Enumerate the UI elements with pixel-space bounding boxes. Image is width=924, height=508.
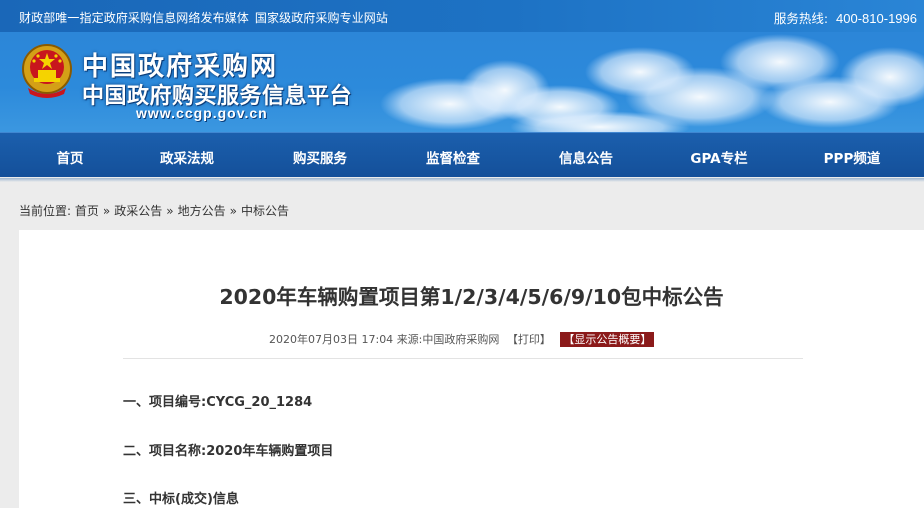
tagline: 财政部唯一指定政府采购信息网络发布媒体 国家级政府采购专业网站 <box>19 9 388 26</box>
site-banner: 中国政府采购网 中国政府购买服务信息平台 www.ccgp.gov.cn <box>0 32 924 132</box>
print-link[interactable]: 【打印】 <box>507 333 551 346</box>
tagline-national: 国家级政府采购专业网站 <box>254 11 389 25</box>
section-project-number: 一、项目编号:CYCG_20_1284 <box>123 395 313 410</box>
top-bar: 财政部唯一指定政府采购信息网络发布媒体 国家级政府采购专业网站 服务热线: 400-… <box>0 0 924 32</box>
section-award-info: 三、中标(成交)信息 <box>123 492 239 507</box>
nav-item-purchase-services[interactable]: 购买服务 <box>293 147 347 167</box>
article-source: 中国政府采购网 <box>422 333 500 346</box>
show-summary-button[interactable]: 【显示公告概要】 <box>560 332 655 347</box>
hotline: 服务热线: 400-810-1996 <box>774 8 917 27</box>
nav-item-ppp[interactable]: PPP频道 <box>824 147 881 167</box>
article-meta: 2020年07月03日 17:04 来源:中国政府采购网 【打印】 【显示公告概… <box>269 331 655 347</box>
breadcrumb: 当前位置: 首页» 政采公告» 地方公告» 中标公告 <box>19 202 289 219</box>
nav-item-supervision[interactable]: 监督检查 <box>426 147 480 167</box>
source-label: 来源: <box>396 333 423 346</box>
nav-item-gpa[interactable]: GPA专栏 <box>690 147 747 167</box>
nav-shadow <box>0 178 924 182</box>
tagline-official: 财政部唯一指定政府采购信息网络发布媒体 <box>19 11 249 25</box>
hotline-number: 400-810-1996 <box>836 11 917 26</box>
breadcrumb-local-notices[interactable]: 地方公告 <box>178 204 226 218</box>
breadcrumb-home[interactable]: 首页 <box>75 204 99 218</box>
meta-divider <box>123 358 803 359</box>
breadcrumb-prefix: 当前位置: <box>19 204 72 218</box>
section-project-name: 二、项目名称:2020年车辆购置项目 <box>123 444 334 459</box>
article-title: 2020年车辆购置项目第1/2/3/4/5/6/9/10包中标公告 <box>219 285 724 309</box>
nav-item-announcements[interactable]: 信息公告 <box>559 147 613 167</box>
nav-item-home[interactable]: 首页 <box>57 147 84 167</box>
article-card: 2020年车辆购置项目第1/2/3/4/5/6/9/10包中标公告 2020年0… <box>19 230 924 508</box>
national-emblem-icon <box>22 44 72 98</box>
hotline-label: 服务热线: <box>773 11 829 26</box>
breadcrumb-separator: » <box>166 204 174 218</box>
breadcrumb-separator: » <box>102 204 111 218</box>
breadcrumb-procurement-notices[interactable]: 政采公告 <box>114 204 162 218</box>
breadcrumb-separator: » <box>229 204 237 218</box>
main-nav: 首页 政采法规 购买服务 监督检查 信息公告 GPA专栏 PPP频道 <box>0 132 924 182</box>
breadcrumb-award-notices[interactable]: 中标公告 <box>241 204 289 218</box>
nav-item-regulations[interactable]: 政采法规 <box>160 147 214 167</box>
site-url: www.ccgp.gov.cn <box>136 105 268 121</box>
article-datetime: 2020年07月03日 17:04 <box>269 333 394 346</box>
